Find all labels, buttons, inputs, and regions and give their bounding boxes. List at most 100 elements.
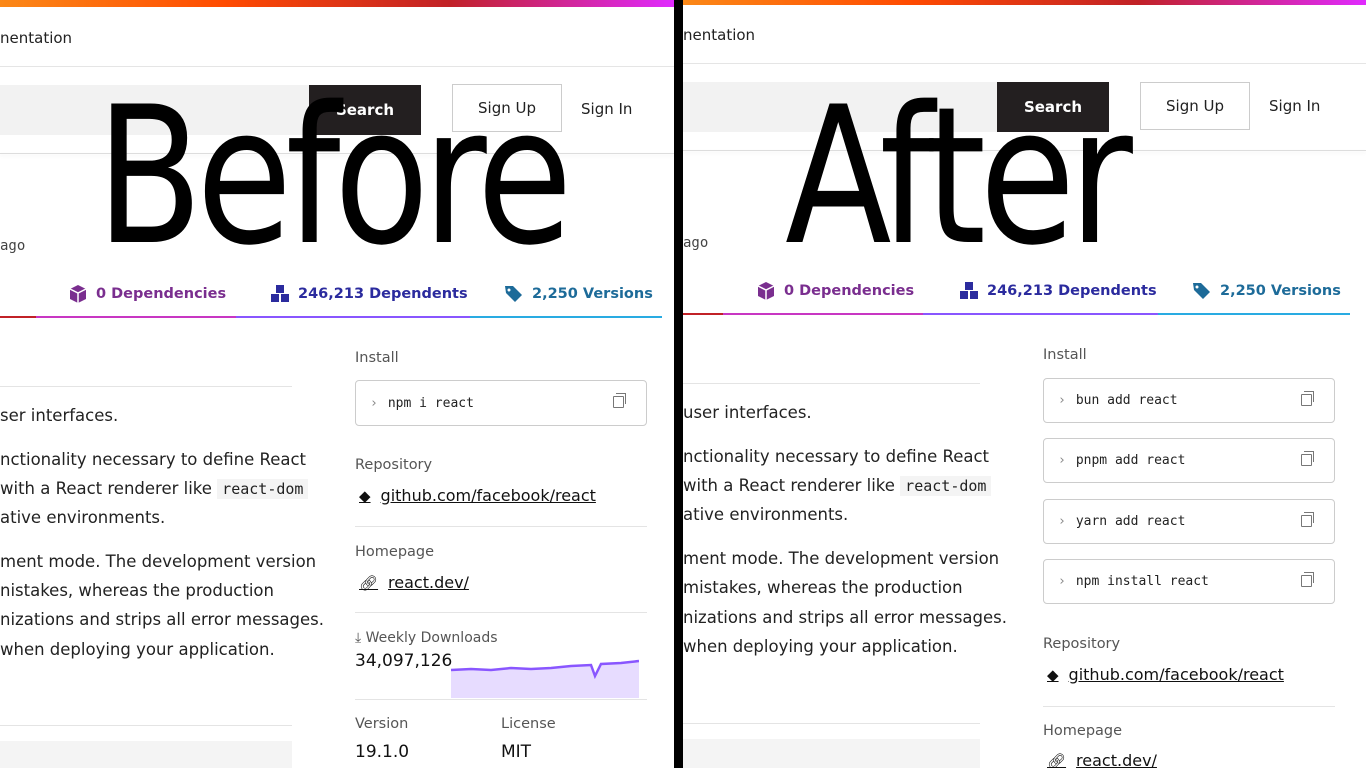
before-panel: nentation Search Sign Up Sign In ago 0 D…	[0, 0, 674, 768]
version-value: 19.1.0	[355, 742, 410, 762]
homepage-link[interactable]: 🔗︎ react.dev/	[1047, 751, 1157, 768]
install-command-box[interactable]: › pnpm add react	[1043, 438, 1335, 483]
brand-gradient-bar	[683, 0, 1366, 5]
published-ago: ago	[0, 238, 26, 254]
readme-text: ative environments.	[683, 505, 849, 524]
copy-icon[interactable]	[613, 393, 626, 408]
tab-underline-deps	[723, 313, 923, 315]
install-command-box[interactable]: › npm i react	[355, 380, 647, 426]
readme-text: ment mode. The development version	[0, 552, 317, 571]
tab-versions-label: 2,250 Versions	[1220, 283, 1341, 299]
readme-text: ment mode. The development version	[683, 549, 1000, 568]
readme-text: when deploying your application.	[683, 637, 958, 656]
readme-divider	[0, 386, 292, 387]
readme-text: mistakes, whereas the production	[683, 578, 963, 597]
readme-code-block	[0, 741, 292, 768]
sign-in-link[interactable]: Sign In	[1269, 97, 1320, 115]
tab-underline-deps	[36, 316, 236, 318]
tab-versions-label: 2,250 Versions	[532, 286, 653, 302]
panel-divider	[674, 0, 683, 768]
sidebar-divider	[1043, 706, 1335, 707]
copy-icon[interactable]	[1301, 390, 1314, 406]
homepage-link[interactable]: 🔗︎ react.dev/	[359, 573, 469, 592]
tab-dependents-label: 246,213 Dependents	[298, 286, 468, 302]
chevron-right-icon: ›	[1058, 514, 1066, 529]
repository-label: Repository	[355, 457, 433, 473]
install-command: yarn add react	[1075, 514, 1186, 529]
inline-code: react-dom	[900, 476, 992, 496]
readme-text: ser interfaces.	[0, 406, 119, 425]
install-command: pnpm add react	[1075, 453, 1186, 468]
tab-dependencies[interactable]: 0 Dependencies	[68, 284, 226, 304]
repository-url: github.com/facebook/react	[380, 486, 596, 505]
tab-underline-readme	[683, 313, 723, 315]
copy-icon[interactable]	[1301, 511, 1314, 527]
install-command: npm install react	[1075, 574, 1209, 589]
repository-link[interactable]: ◆ github.com/facebook/react	[1047, 665, 1284, 684]
license-label: License	[501, 716, 556, 732]
install-command: npm i react	[387, 395, 474, 411]
license-value: MIT	[501, 742, 532, 762]
tags-icon	[1193, 283, 1210, 299]
documentation-link[interactable]: nentation	[0, 29, 72, 47]
tab-versions[interactable]: 2,250 Versions	[504, 284, 653, 304]
brand-gradient-bar	[0, 0, 674, 7]
boxes-icon	[271, 285, 289, 302]
readme-text: with a React renderer like react-dom	[0, 479, 309, 499]
sign-up-button[interactable]: Sign Up	[1140, 82, 1250, 130]
install-command: bun add react	[1075, 393, 1178, 408]
weekly-downloads-text: Weekly Downloads	[365, 630, 498, 646]
readme-text: user interfaces.	[683, 403, 812, 422]
sidebar-divider	[355, 526, 647, 527]
tab-underline-versions	[1158, 313, 1350, 315]
repository-link[interactable]: ◆ github.com/facebook/react	[359, 486, 596, 505]
readme-text-fragment: with a React renderer like	[0, 479, 218, 498]
git-icon: ◆	[1047, 665, 1059, 684]
repository-label: Repository	[1043, 636, 1121, 652]
chevron-right-icon: ›	[1058, 393, 1066, 408]
tab-underline-versions	[470, 316, 662, 318]
homepage-label: Homepage	[1043, 723, 1123, 739]
readme-text: nctionality necessary to define React	[0, 450, 307, 469]
tab-underline-readme	[0, 316, 36, 318]
readme-divider	[0, 725, 292, 726]
tab-versions[interactable]: 2,250 Versions	[1192, 281, 1341, 301]
tab-underline-dependents	[236, 316, 470, 318]
readme-divider	[683, 383, 980, 384]
download-icon: ⤓	[355, 630, 362, 646]
after-overlay-label: After	[785, 66, 1133, 287]
tags-icon	[505, 286, 522, 302]
copy-icon[interactable]	[1301, 450, 1314, 466]
after-panel: nentation Search Sign Up Sign In ago 0 D…	[683, 0, 1366, 768]
repository-url: github.com/facebook/react	[1068, 665, 1284, 684]
documentation-link[interactable]: nentation	[683, 26, 755, 44]
readme-text: nctionality necessary to define React	[683, 447, 990, 466]
header-divider	[683, 63, 1366, 64]
readme-text: nizations and strips all error messages.	[683, 608, 1008, 627]
readme-divider	[683, 723, 980, 724]
tab-underline-dependents	[923, 313, 1158, 315]
link-icon: 🔗︎	[359, 573, 379, 592]
install-label: Install	[1043, 347, 1087, 363]
readme-code-block	[683, 739, 980, 768]
link-icon: 🔗︎	[1047, 751, 1067, 768]
install-command-box[interactable]: › bun add react	[1043, 378, 1335, 423]
published-ago: ago	[683, 235, 709, 251]
install-command-box[interactable]: › yarn add react	[1043, 499, 1335, 544]
git-icon: ◆	[359, 486, 371, 505]
inline-code: react-dom	[217, 479, 309, 499]
copy-icon[interactable]	[1301, 571, 1314, 587]
homepage-url: react.dev/	[1076, 751, 1157, 768]
chevron-right-icon: ›	[1058, 574, 1066, 589]
chevron-right-icon: ›	[1058, 453, 1066, 468]
readme-text: with a React renderer like react-dom	[683, 476, 992, 496]
sidebar-divider	[355, 612, 647, 613]
box-icon	[69, 285, 87, 303]
sparkline-area	[451, 661, 639, 698]
readme-text: nizations and strips all error messages.	[0, 610, 325, 629]
sign-in-link[interactable]: Sign In	[581, 100, 632, 118]
box-icon	[757, 282, 775, 300]
install-command-box[interactable]: › npm install react	[1043, 559, 1335, 604]
tab-dependents[interactable]: 246,213 Dependents	[270, 284, 468, 304]
weekly-downloads-sparkline	[451, 659, 639, 698]
